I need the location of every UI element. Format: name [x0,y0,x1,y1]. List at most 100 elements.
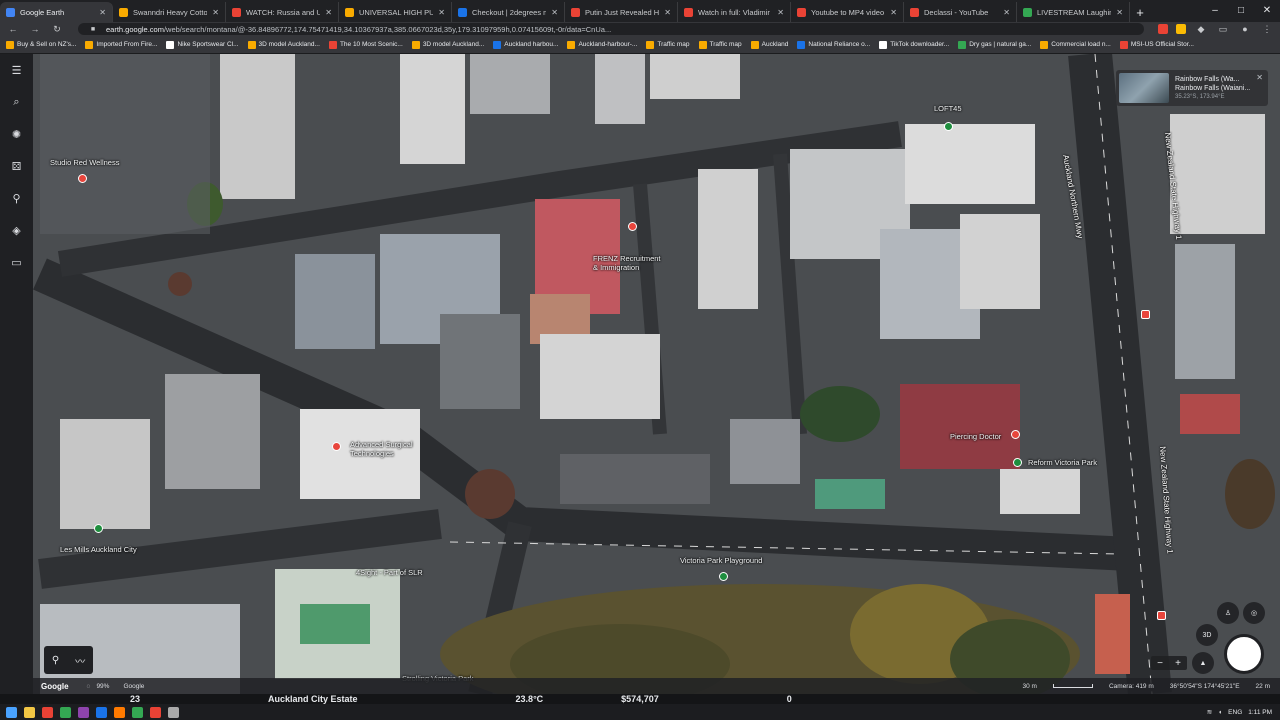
bookmark-item[interactable]: Auckland harbou... [493,40,558,49]
tab-close-icon[interactable]: ✕ [777,8,784,17]
close-icon[interactable]: ✕ [1256,73,1263,82]
hamburger-menu-icon[interactable]: ☰ [10,64,23,77]
layers-icon[interactable]: ◈ [10,224,23,237]
bookmark-item[interactable]: Nike Sportswear Cl... [166,40,239,49]
bookmark-item[interactable]: MSI-US Official Stor... [1119,40,1194,49]
start-icon[interactable] [6,706,17,718]
pegman-icon[interactable]: ♙ [1217,602,1239,624]
satellite-imagery[interactable] [0,54,1280,694]
wifi-icon[interactable]: ≋ [1207,708,1212,716]
taskbar-app-icon[interactable] [24,706,35,718]
tab-close-icon[interactable]: ✕ [664,8,671,17]
tab-close-icon[interactable]: ✕ [1116,8,1123,17]
poi-pin[interactable] [78,174,87,183]
poi-label[interactable]: Les Mills Auckland City [60,545,137,554]
bookmark-item[interactable]: The 10 Most Scenic... [328,40,403,49]
taskbar-app-icon[interactable] [96,706,107,718]
taskbar-app-icon[interactable] [78,706,89,718]
measure-icon[interactable]: ▭ [10,256,23,269]
bookmark-item[interactable]: Commercial load n... [1040,40,1111,49]
browser-tab[interactable]: Checkout | 2degrees mobile ✕ [452,2,565,22]
taskbar-app-icon[interactable] [150,706,161,718]
bookmark-item[interactable]: Imported From Fire... [85,40,157,49]
poi-pin[interactable] [719,572,728,581]
taskbar-app-icon[interactable] [168,706,179,718]
profile-icon[interactable]: ● [1238,24,1252,34]
minimize-icon[interactable]: – [1202,0,1228,20]
poi-pin[interactable] [332,442,341,451]
poi-pin[interactable] [628,222,637,231]
zoom-out-button[interactable]: − [1157,658,1163,669]
browser-tab[interactable]: WATCH: Russia and Ukraine - 1 yea ✕ [226,2,339,22]
tab-close-icon[interactable]: ✕ [890,8,897,17]
poi-pin[interactable] [944,122,953,131]
view-3d-button[interactable]: 3D [1196,624,1218,646]
tab-close-icon[interactable]: ✕ [99,8,106,17]
bookmark-item[interactable]: National Reliance o... [797,40,870,49]
poi-pin[interactable] [1011,430,1020,439]
bookmark-item[interactable]: Traffic map [646,40,690,49]
browser-tab[interactable]: Declassi - YouTube ✕ [904,2,1017,22]
browser-tab[interactable]: UNIVERSAL HIGH PULLEY ROW 13l ✕ [339,2,452,22]
site-info-icon[interactable]: ■ [86,26,100,33]
taskbar-app-icon[interactable] [60,706,71,718]
bookmark-item[interactable]: Auckland [750,40,788,49]
poi-label[interactable]: Piercing Doctor [950,432,1001,441]
poi-pin[interactable] [94,524,103,533]
tab-close-icon[interactable]: ✕ [1003,8,1010,17]
tab-close-icon[interactable]: ✕ [325,8,332,17]
path-icon[interactable]: 〰 [75,653,85,668]
back-icon[interactable]: ← [6,24,20,34]
tab-close-icon[interactable]: ✕ [551,8,558,17]
clock[interactable]: 1:11 PM [1248,709,1272,716]
zoom-in-button[interactable]: + [1175,658,1181,669]
browser-tab[interactable]: LIVESTREAM Laughing at this week ✕ [1017,2,1130,22]
poi-label[interactable]: LOFT45 [934,104,962,113]
browser-tab[interactable]: Swanndri Heavy Cotton Plaid Flann ✕ [113,2,226,22]
tab-close-icon[interactable]: ✕ [212,8,219,17]
bookmark-item[interactable]: Dry gas | natural ga... [958,40,1031,49]
voyager-icon[interactable]: ✺ [10,128,23,141]
close-window-icon[interactable]: ✕ [1254,0,1280,20]
bookmark-item[interactable]: Traffic map [698,40,742,49]
sidebar-toggle-icon[interactable]: ▭ [1216,24,1230,35]
poi-label[interactable]: Victoria Park Playground [680,556,762,565]
poi-pin[interactable] [1013,458,1022,467]
extension-icon[interactable] [1176,24,1186,34]
tab-close-icon[interactable]: ✕ [438,8,445,17]
taskbar-app-icon[interactable] [114,706,125,718]
new-tab-button[interactable]: + [1130,2,1150,22]
browser-tab[interactable]: Putin Just Revealed His Economic P ✕ [565,2,678,22]
compass-needle-icon[interactable]: ▲ [1192,652,1214,674]
taskbar-app-icon[interactable] [42,706,53,718]
location-pin-icon[interactable]: ⚲ [52,655,59,666]
volume-icon[interactable]: ◖ [1218,709,1222,716]
browser-tab[interactable]: Watch in full: Vladimir Putin makes ✕ [678,2,791,22]
compass-icon[interactable] [1224,634,1264,674]
forward-icon[interactable]: → [28,24,42,34]
address-bar[interactable]: ■ earth.google.com/web/search/montana/@-… [78,23,1144,35]
maximize-icon[interactable]: □ [1228,0,1254,20]
search-icon[interactable]: ⌕ [10,96,23,109]
earth-map-view[interactable]: ☰ ⌕ ✺ ⚄ ⚲ ◈ ▭ Studio Red Wellness LOFT45… [0,54,1280,694]
bookmark-item[interactable]: Buy & Sell on NZ's... [6,40,76,49]
menu-icon[interactable]: ⋮ [1260,24,1274,35]
language-indicator[interactable]: ENG [1228,709,1242,716]
place-info-card[interactable]: Rainbow Falls (Wa... Rainbow Falls (Waia… [1116,70,1268,106]
poi-label[interactable]: 4Sight - Part of SLR [356,568,423,577]
imagery-credit[interactable]: Google [123,683,144,690]
bookmark-item[interactable]: 3D model Auckland... [411,40,484,49]
feeling-lucky-icon[interactable]: ⚄ [10,160,23,173]
poi-label[interactable]: Advanced Surgical Technologies [350,440,413,458]
puzzle-icon[interactable]: ◆ [1194,24,1208,35]
poi-label[interactable]: Reform Victoria Park [1028,458,1097,467]
taskbar-app-icon[interactable] [132,706,143,718]
bookmark-item[interactable]: TikTok downloader... [879,40,949,49]
poi-label[interactable]: Studio Red Wellness [50,158,119,167]
my-location-icon[interactable]: ◎ [1243,602,1265,624]
bookmark-item[interactable]: Auckland-harbour-... [567,40,637,49]
pin-icon[interactable]: ⚲ [10,192,23,205]
browser-tab[interactable]: Youtube to MP4 video Converter | Y ✕ [791,2,904,22]
reload-icon[interactable]: ↻ [50,24,64,35]
extension-icon[interactable] [1158,24,1168,34]
